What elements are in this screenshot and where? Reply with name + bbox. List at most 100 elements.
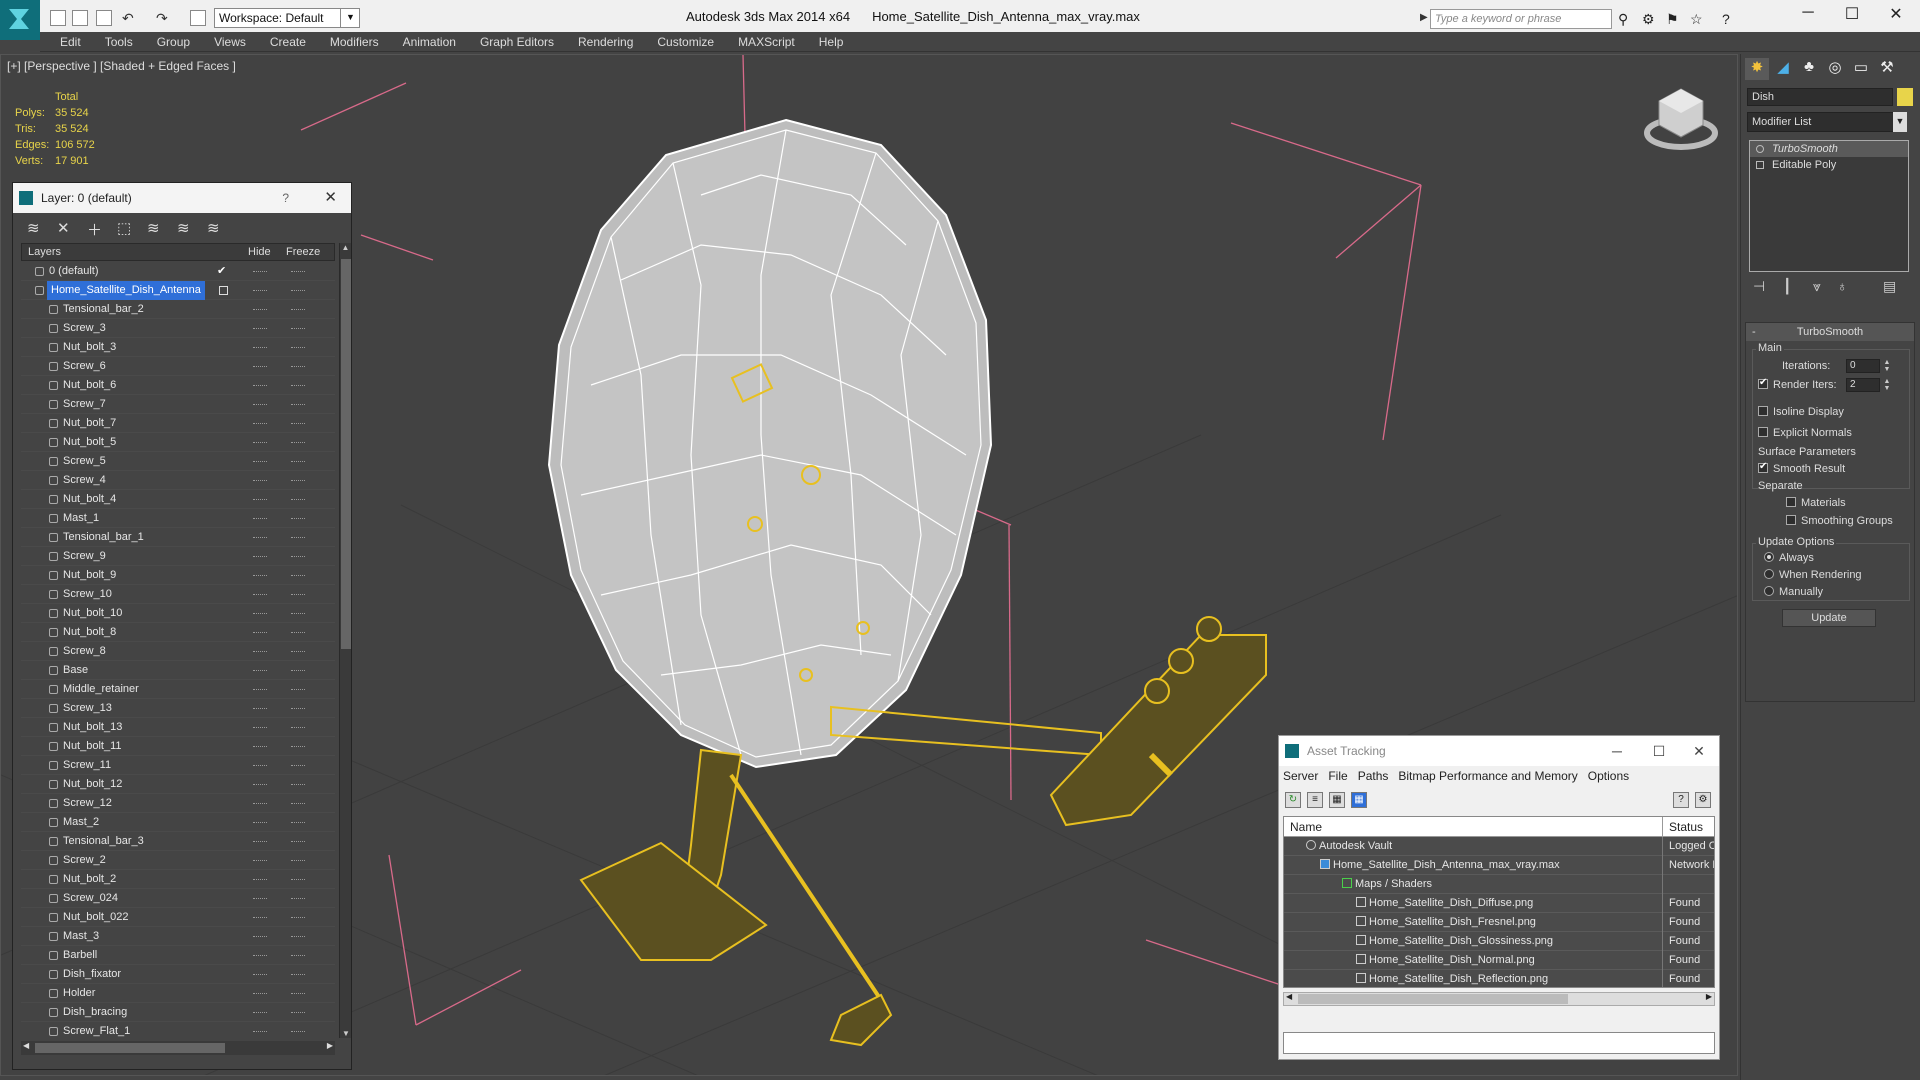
help-icon[interactable]: ?: [282, 183, 289, 213]
layer-object-row[interactable]: Nut_bolt_6: [21, 376, 335, 395]
hide-toggle[interactable]: [253, 955, 267, 956]
search-expand-icon[interactable]: ▶: [1420, 12, 1428, 23]
freeze-toggle[interactable]: [291, 689, 305, 690]
asset-row-glossiness[interactable]: Home_Satellite_Dish_Glossiness.png Found: [1284, 932, 1714, 951]
asset-row-max-file[interactable]: Home_Satellite_Dish_Antenna_max_vray.max…: [1284, 856, 1714, 875]
asset-menu-bitmap[interactable]: Bitmap Performance and Memory: [1398, 769, 1577, 783]
favorites-star-icon[interactable]: ☆: [1690, 11, 1703, 28]
freeze-toggle[interactable]: [291, 537, 305, 538]
freeze-toggle[interactable]: [291, 575, 305, 576]
list-view-icon[interactable]: ≡: [1307, 792, 1323, 808]
hide-toggle[interactable]: [253, 328, 267, 329]
layer-object-row[interactable]: Nut_bolt_12: [21, 775, 335, 794]
hide-toggle[interactable]: [253, 461, 267, 462]
freeze-toggle[interactable]: [291, 936, 305, 937]
add-to-layer-icon[interactable]: ＋: [87, 219, 102, 240]
smooth-result-checkbox[interactable]: Smooth Result: [1758, 461, 1845, 475]
spinner-arrows-icon[interactable]: ▲ ▼: [1882, 359, 1892, 373]
freeze-toggle[interactable]: [291, 746, 305, 747]
asset-row-vault[interactable]: Autodesk Vault Logged O: [1284, 837, 1714, 856]
refresh-icon[interactable]: ↻: [1285, 792, 1301, 808]
freeze-toggle[interactable]: [291, 784, 305, 785]
freeze-toggle[interactable]: [291, 917, 305, 918]
hide-toggle[interactable]: [253, 366, 267, 367]
layer-object-row[interactable]: Nut_bolt_2: [21, 870, 335, 889]
hide-toggle[interactable]: [253, 708, 267, 709]
freeze-all-icon[interactable]: ≋: [207, 219, 220, 237]
freeze-toggle[interactable]: [291, 632, 305, 633]
workspace-dropdown[interactable]: Workspace: Default: [214, 8, 360, 28]
select-objects-icon[interactable]: ⬚: [117, 219, 131, 237]
layer-object-row[interactable]: Nut_bolt_7: [21, 414, 335, 433]
freeze-toggle[interactable]: [291, 480, 305, 481]
menu-modifiers[interactable]: Modifiers: [318, 32, 391, 52]
layer-object-row[interactable]: Dish_bracing: [21, 1003, 335, 1022]
rollout-title[interactable]: - TurboSmooth: [1746, 323, 1914, 341]
menu-maxscript[interactable]: MAXScript: [726, 32, 807, 52]
layer-object-row[interactable]: Middle_retainer: [21, 680, 335, 699]
hide-toggle[interactable]: [253, 803, 267, 804]
layer-object-row[interactable]: Tensional_bar_2: [21, 300, 335, 319]
hide-toggle[interactable]: [253, 404, 267, 405]
hide-toggle[interactable]: [253, 1012, 267, 1013]
hide-toggle[interactable]: [253, 480, 267, 481]
motion-tab-icon[interactable]: ◎: [1823, 58, 1847, 80]
iterations-spinner[interactable]: 0: [1846, 359, 1880, 373]
layer-object-row[interactable]: Screw_8: [21, 642, 335, 661]
freeze-toggle[interactable]: [291, 309, 305, 310]
open-file-icon[interactable]: [72, 10, 88, 26]
always-radio[interactable]: Always: [1764, 552, 1814, 564]
modifier-list-dropdown[interactable]: Modifier List: [1747, 112, 1907, 132]
layer-object-row[interactable]: Nut_bolt_5: [21, 433, 335, 452]
hide-toggle[interactable]: [253, 784, 267, 785]
object-color-swatch[interactable]: [1897, 88, 1913, 106]
hide-toggle[interactable]: [253, 936, 267, 937]
freeze-toggle[interactable]: [291, 879, 305, 880]
layer-object-row[interactable]: Screw_13: [21, 699, 335, 718]
col-layers[interactable]: Layers: [28, 244, 61, 261]
freeze-toggle[interactable]: [291, 803, 305, 804]
minimize-icon[interactable]: ─: [1788, 4, 1828, 22]
layer-object-row[interactable]: Screw_4: [21, 471, 335, 490]
asset-row-reflection[interactable]: Home_Satellite_Dish_Reflection.png Found: [1284, 970, 1714, 987]
layer-object-row[interactable]: Mast_2: [21, 813, 335, 832]
freeze-toggle[interactable]: [291, 499, 305, 500]
layer-object-row[interactable]: Tensional_bar_1: [21, 528, 335, 547]
hide-toggle[interactable]: [253, 898, 267, 899]
hide-toggle[interactable]: [253, 727, 267, 728]
chevron-down-icon[interactable]: ▼: [340, 8, 360, 28]
menu-tools[interactable]: Tools: [93, 32, 145, 52]
object-name-field[interactable]: Dish: [1747, 88, 1893, 106]
freeze-toggle[interactable]: [291, 347, 305, 348]
hide-toggle[interactable]: [253, 556, 267, 557]
hide-toggle[interactable]: [253, 537, 267, 538]
create-layer-icon[interactable]: ≋: [27, 219, 40, 237]
layer-object-row[interactable]: Nut_bolt_8: [21, 623, 335, 642]
layer-object-row[interactable]: Mast_1: [21, 509, 335, 528]
freeze-toggle[interactable]: [291, 708, 305, 709]
freeze-toggle[interactable]: [291, 841, 305, 842]
freeze-toggle[interactable]: [291, 974, 305, 975]
communication-icon[interactable]: ⚑: [1666, 11, 1679, 28]
hide-toggle[interactable]: [253, 518, 267, 519]
freeze-toggle[interactable]: [291, 366, 305, 367]
layer-object-row[interactable]: Nut_bolt_13: [21, 718, 335, 737]
menu-views[interactable]: Views: [202, 32, 258, 52]
menu-rendering[interactable]: Rendering: [566, 32, 645, 52]
hide-toggle[interactable]: [253, 879, 267, 880]
col-hide[interactable]: Hide: [248, 244, 271, 261]
asset-menu-file[interactable]: File: [1328, 769, 1347, 783]
layer-object-row[interactable]: Nut_bolt_10: [21, 604, 335, 623]
viewport-label[interactable]: [+] [Perspective ] [Shaded + Edged Faces…: [7, 59, 236, 73]
modify-tab-icon[interactable]: ◢: [1771, 58, 1795, 80]
chevron-down-icon[interactable]: ▼: [1893, 112, 1907, 132]
close-icon[interactable]: ✕: [324, 183, 337, 213]
update-button[interactable]: Update: [1782, 609, 1876, 627]
render-iters-checkbox[interactable]: Render Iters:: [1758, 377, 1837, 391]
layer-object-row[interactable]: Nut_bolt_022: [21, 908, 335, 927]
spinner-arrows-icon[interactable]: ▲ ▼: [1882, 378, 1892, 392]
menu-help[interactable]: Help: [807, 32, 856, 52]
freeze-toggle[interactable]: [291, 822, 305, 823]
layer-object-row[interactable]: Base: [21, 661, 335, 680]
col-freeze[interactable]: Freeze: [286, 244, 320, 261]
